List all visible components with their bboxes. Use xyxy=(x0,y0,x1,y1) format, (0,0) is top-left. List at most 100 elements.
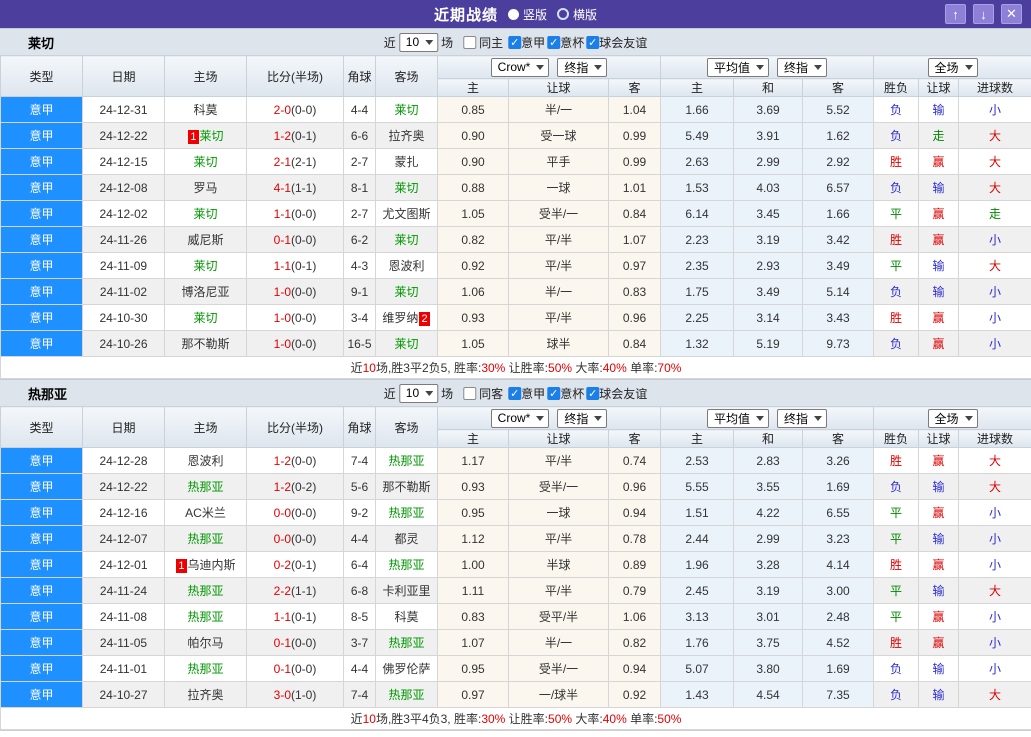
fulltime-select[interactable]: 全场 xyxy=(928,58,978,77)
europe-odds-cell: 6.57 xyxy=(803,175,874,201)
team-label: 莱切 xyxy=(200,129,224,143)
results-table-genoa: 类型 日期 主场 比分(半场) 角球 客场 Crow* 终指 平均值 终指 全场… xyxy=(0,406,1031,730)
page-title: 近期战绩 xyxy=(434,4,498,25)
score-cell: 0-2(0-1) xyxy=(247,552,344,578)
final-odds-select-2[interactable]: 终指 xyxy=(777,409,827,428)
col-header-handicap-away: 客 xyxy=(609,79,661,97)
handicap-odds-cell: 受半/一 xyxy=(509,201,609,227)
league-checkbox[interactable]: ✓ xyxy=(586,387,599,400)
col-header-home: 主场 xyxy=(165,407,247,448)
date-cell: 24-10-26 xyxy=(83,331,165,357)
fulltime-score: 1-0 xyxy=(274,311,291,325)
result-label: 赢 xyxy=(933,207,945,221)
home-team-cell: 热那亚 xyxy=(165,604,247,630)
team-label: 莱切 xyxy=(193,207,217,221)
average-odds-select[interactable]: 平均值 xyxy=(707,58,769,77)
result-label: 大 xyxy=(989,688,1001,702)
score-cell: 2-1(2-1) xyxy=(247,149,344,175)
corners-cell: 8-1 xyxy=(344,175,376,201)
league-checkbox[interactable]: ✓ xyxy=(508,387,521,400)
handicap-odds-cell: 1.07 xyxy=(609,227,661,253)
chevron-down-icon xyxy=(536,65,544,70)
col-header-goals: 进球数 xyxy=(959,430,1031,448)
score-cell: 2-2(1-1) xyxy=(247,578,344,604)
radio-horizontal-layout[interactable]: 横版 xyxy=(557,6,597,23)
europe-odds-cell: 1.43 xyxy=(661,682,734,708)
away-team-cell: 科莫 xyxy=(376,604,438,630)
result-cell: 走 xyxy=(959,201,1031,227)
league-cell: 意甲 xyxy=(1,448,83,474)
europe-odds-cell: 2.99 xyxy=(734,149,803,175)
col-header-handicap-result: 让球 xyxy=(919,430,959,448)
match-row: 意甲24-12-011乌迪内斯0-2(0-1)6-4热那亚1.00半球0.891… xyxy=(1,552,1031,578)
chevron-down-icon xyxy=(594,65,602,70)
bookmaker-select[interactable]: Crow* xyxy=(491,409,550,428)
move-down-button[interactable]: ↓ xyxy=(973,4,994,24)
result-cell: 平 xyxy=(874,201,919,227)
same-venue-checkbox[interactable] xyxy=(463,36,476,49)
move-up-button[interactable]: ↑ xyxy=(945,4,966,24)
final-odds-select-2[interactable]: 终指 xyxy=(777,58,827,77)
away-team-cell: 都灵 xyxy=(376,526,438,552)
league-option: ✓意杯 xyxy=(547,34,584,51)
europe-odds-cell: 3.26 xyxy=(803,448,874,474)
chevron-down-icon xyxy=(594,416,602,421)
team-label: 维罗纳 xyxy=(382,311,418,325)
europe-odds-cell: 4.14 xyxy=(803,552,874,578)
summary-row: 近10场,胜3平2负5, 胜率:30% 让胜率:50% 大率:40% 单率:70… xyxy=(1,357,1031,379)
home-team-cell: 博洛尼亚 xyxy=(165,279,247,305)
result-label: 平 xyxy=(890,207,902,221)
close-button[interactable]: ✕ xyxy=(1001,4,1022,24)
final-odds-select[interactable]: 终指 xyxy=(557,409,607,428)
col-header-type: 类型 xyxy=(1,56,83,97)
match-count-select[interactable]: 10 xyxy=(399,33,438,52)
league-checkbox[interactable]: ✓ xyxy=(508,36,521,49)
away-team-cell: 那不勒斯 xyxy=(376,474,438,500)
result-cell: 赢 xyxy=(919,552,959,578)
handicap-odds-cell: 半/一 xyxy=(509,279,609,305)
league-checkbox[interactable]: ✓ xyxy=(547,387,560,400)
result-label: 负 xyxy=(890,285,902,299)
page-bottom-strip xyxy=(0,730,1031,737)
halftime-score: (0-0) xyxy=(291,454,316,468)
europe-odds-cell: 1.32 xyxy=(661,331,734,357)
date-cell: 24-12-15 xyxy=(83,149,165,175)
match-row: 意甲24-10-27拉齐奥3-0(1-0)7-4热那亚0.97一/球半0.921… xyxy=(1,682,1031,708)
away-team-cell: 热那亚 xyxy=(376,682,438,708)
final-odds-select[interactable]: 终指 xyxy=(557,58,607,77)
handicap-odds-cell: 平/半 xyxy=(509,526,609,552)
league-cell: 意甲 xyxy=(1,331,83,357)
average-odds-select[interactable]: 平均值 xyxy=(707,409,769,428)
bookmaker-select[interactable]: Crow* xyxy=(491,58,550,77)
col-header-odds-home: 主 xyxy=(661,430,734,448)
team-label: 莱切 xyxy=(193,155,217,169)
same-venue-checkbox[interactable] xyxy=(463,387,476,400)
match-row: 意甲24-11-26威尼斯0-1(0-0)6-2莱切0.82平/半1.072.2… xyxy=(1,227,1031,253)
league-checkbox[interactable]: ✓ xyxy=(586,36,599,49)
fulltime-score: 2-0 xyxy=(274,103,291,117)
result-label: 输 xyxy=(933,285,945,299)
league-checkbox[interactable]: ✓ xyxy=(547,36,560,49)
result-label: 负 xyxy=(890,181,902,195)
result-label: 赢 xyxy=(933,558,945,572)
result-cell: 小 xyxy=(959,305,1031,331)
col-header-corner: 角球 xyxy=(344,56,376,97)
team-label: 那不勒斯 xyxy=(181,337,229,351)
home-team-cell: AC米兰 xyxy=(165,500,247,526)
result-label: 负 xyxy=(890,103,902,117)
result-label: 赢 xyxy=(933,454,945,468)
result-cell: 输 xyxy=(919,682,959,708)
radio-vertical-layout[interactable]: 竖版 xyxy=(508,6,547,23)
league-cell: 意甲 xyxy=(1,305,83,331)
fulltime-select[interactable]: 全场 xyxy=(928,409,978,428)
summary-segment: 50% xyxy=(657,712,681,726)
league-cell: 意甲 xyxy=(1,227,83,253)
result-label: 大 xyxy=(989,454,1001,468)
league-option: ✓球会友谊 xyxy=(586,34,647,51)
chevron-down-icon xyxy=(425,40,433,45)
result-label: 平 xyxy=(890,259,902,273)
result-cell: 负 xyxy=(874,331,919,357)
match-count-select[interactable]: 10 xyxy=(399,384,438,403)
handicap-odds-cell: 0.78 xyxy=(609,526,661,552)
halftime-score: (0-0) xyxy=(291,636,316,650)
